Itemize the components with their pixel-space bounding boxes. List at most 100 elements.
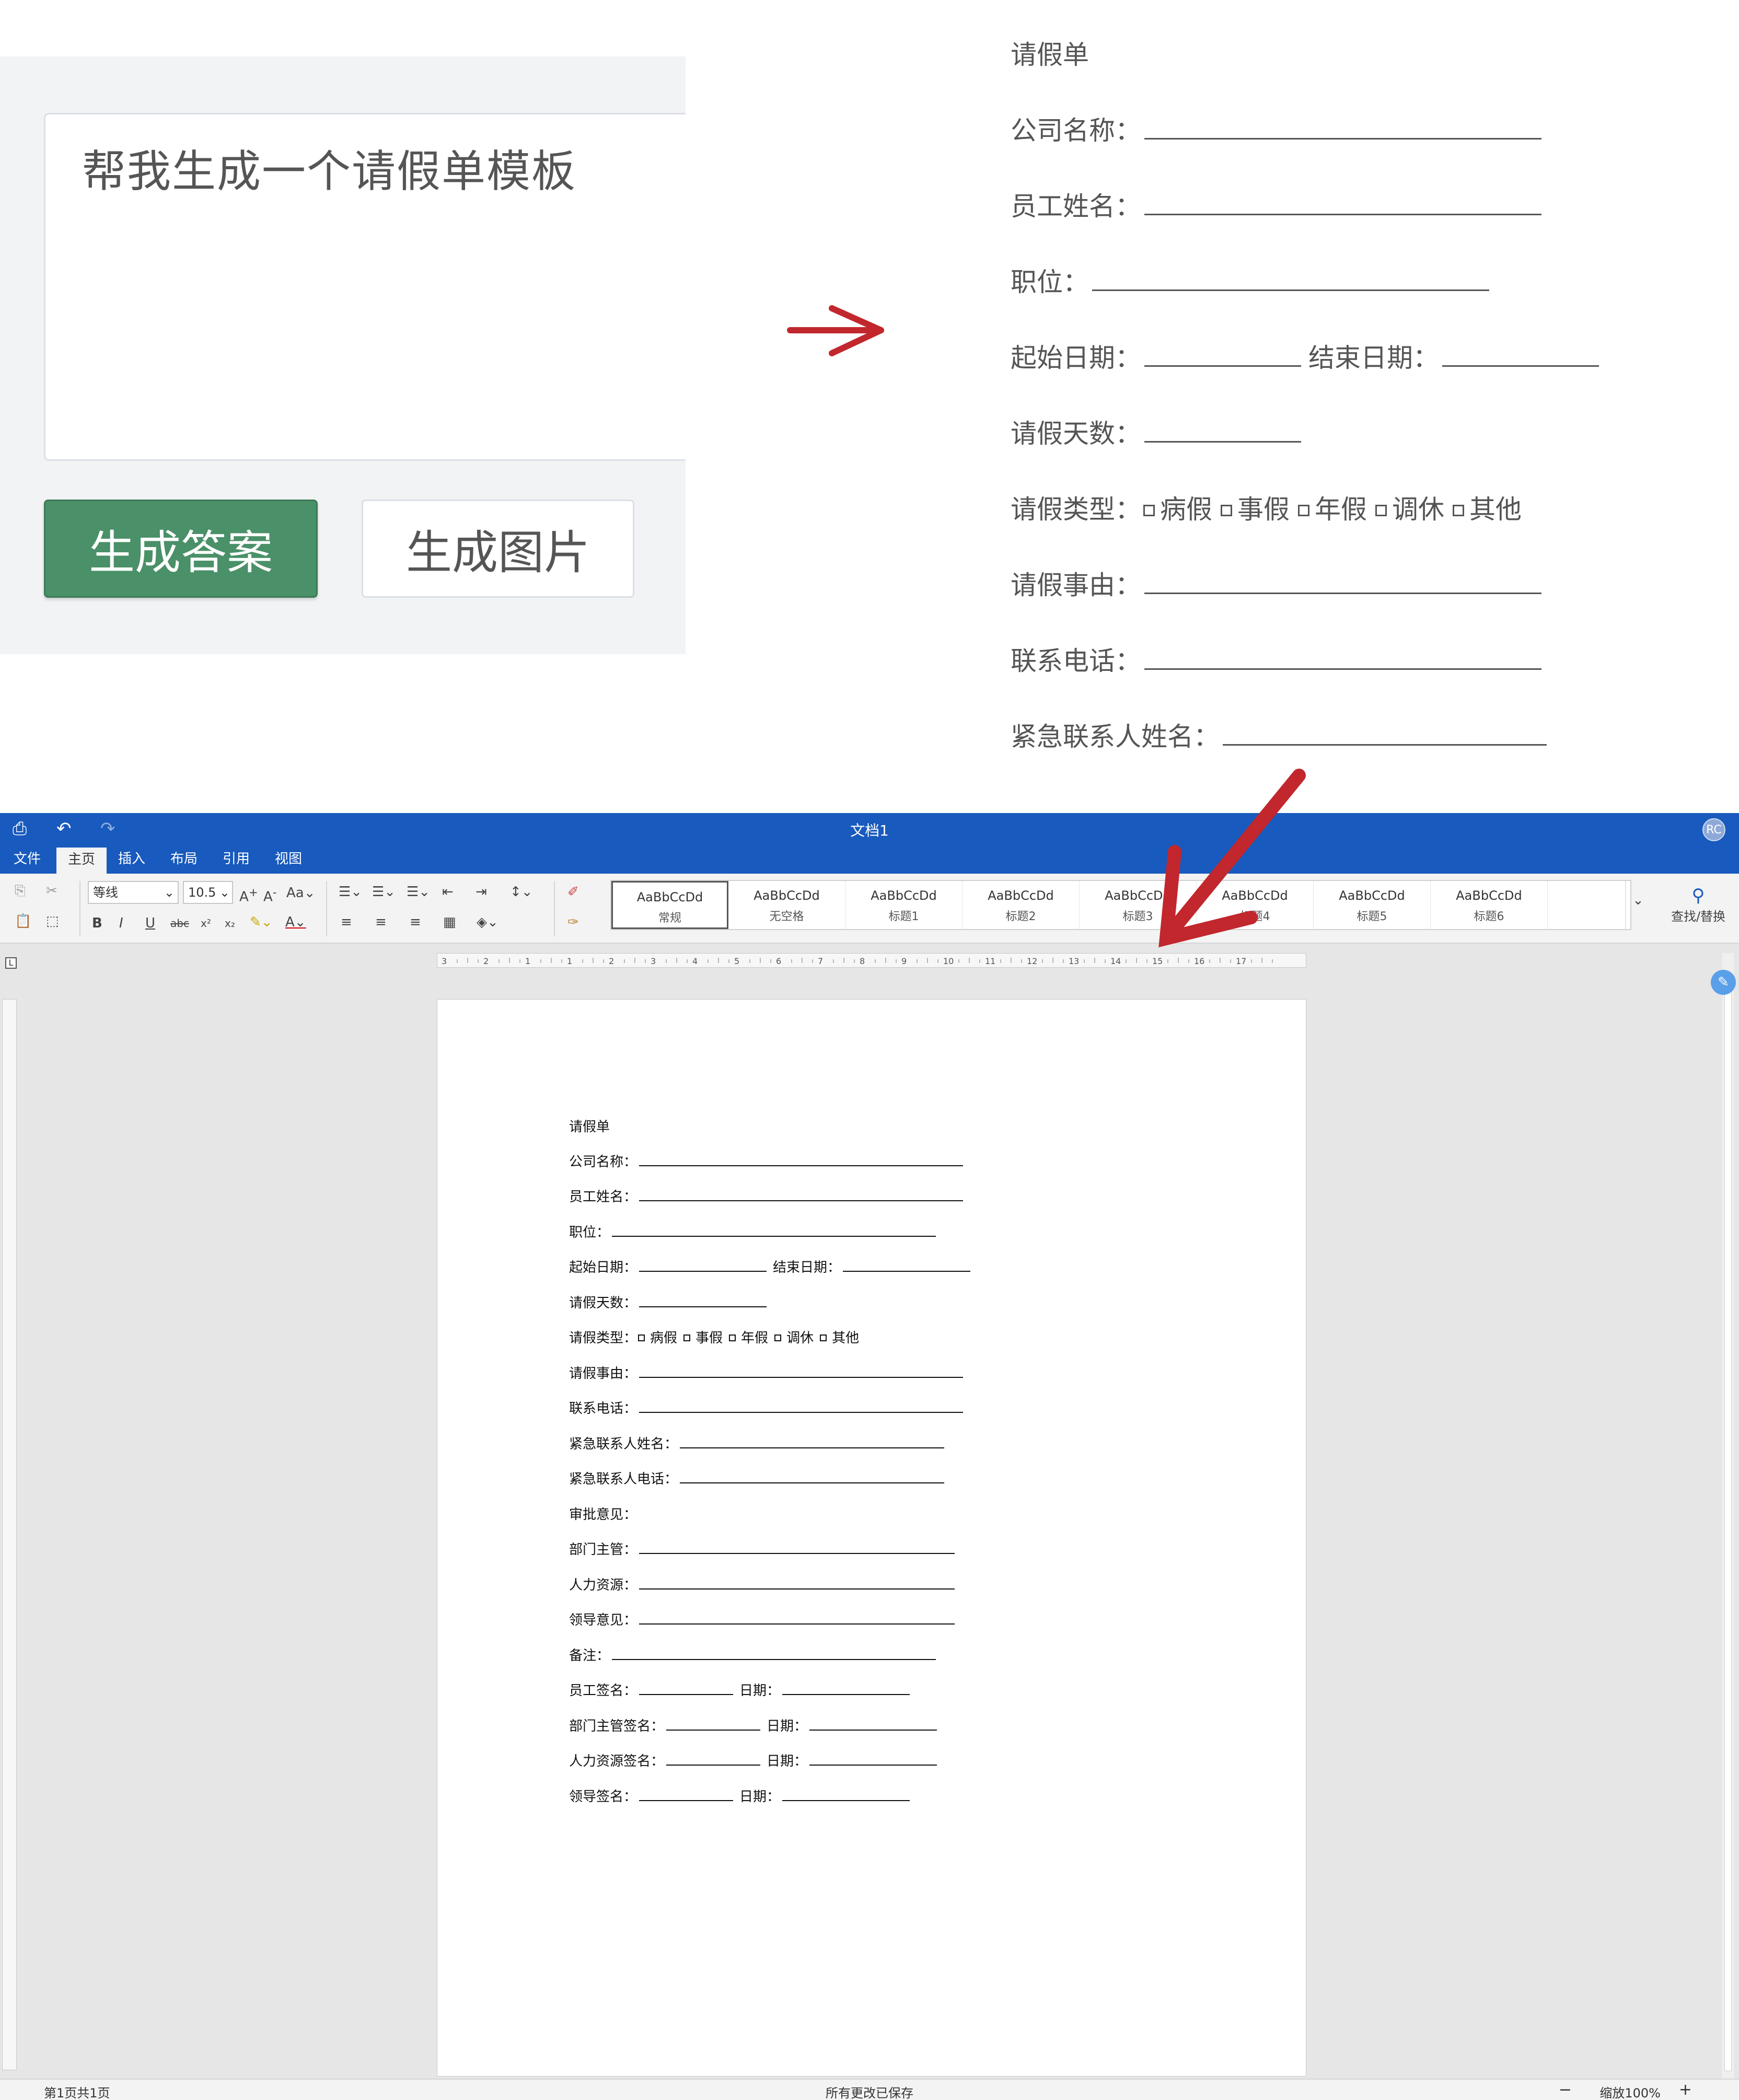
font-color-icon[interactable]: A⌄ xyxy=(285,914,306,930)
font-name-select[interactable]: 等线 ⌄ xyxy=(88,881,179,904)
doc-label: 员工姓名： xyxy=(569,1189,637,1205)
checkbox-icon[interactable] xyxy=(683,1335,691,1341)
align-right-icon[interactable]: ≡ xyxy=(410,914,421,930)
highlight-icon[interactable]: ✎⌄ xyxy=(250,914,273,930)
type-option: 事假 xyxy=(1237,494,1290,525)
styles-gallery: AaBbCcDd 常规 AaBbCcDd 无空格 AaBbCcDd 标题1 AaBbC… xyxy=(610,880,1631,930)
doc-date-line: 起始日期： 结束日期： xyxy=(569,1259,971,1276)
style-heading3[interactable]: AaBbCcDd 标题3 xyxy=(1080,881,1197,929)
style-normal[interactable]: AaBbCcDd 常规 xyxy=(611,881,728,929)
style-sample: AaBbCcDd xyxy=(988,888,1054,903)
prompt-input[interactable]: 帮我生成一个请假单模板 xyxy=(44,113,686,461)
zoom-in-icon[interactable]: + xyxy=(1679,2081,1692,2099)
doc-label: 职位： xyxy=(569,1225,610,1240)
checkbox-icon[interactable] xyxy=(638,1335,645,1341)
cut-icon[interactable]: ✂ xyxy=(46,883,57,899)
doc-label: 日期： xyxy=(739,1789,781,1805)
style-name: 标题5 xyxy=(1357,910,1387,923)
doc-label: 部门主管： xyxy=(569,1542,637,1558)
type-option: 病假 xyxy=(650,1330,678,1346)
brush-icon[interactable]: ✑ xyxy=(567,914,579,930)
ribbon-toolbar: ⎘ ✂ 📋 ⬚ 等线 ⌄ 10.5 ⌄ A+ A- Aa⌄ B I U abc x²… xyxy=(0,874,1739,944)
preview-emergency-label: 紧急联系人姓名： xyxy=(1011,722,1220,752)
vertical-scrollbar[interactable] xyxy=(1722,953,1734,2087)
tab-references[interactable]: 引用 xyxy=(211,844,261,874)
numbering-icon[interactable]: ☰⌄ xyxy=(372,884,396,900)
style-heading6[interactable]: AaBbCcDd 标题6 xyxy=(1431,881,1548,929)
style-heading2[interactable]: AaBbCcDd 标题2 xyxy=(963,881,1080,929)
font-size-select[interactable]: 10.5 ⌄ xyxy=(183,881,233,904)
find-replace-button[interactable]: ⚲ 查找/替换 xyxy=(1667,885,1730,924)
justify-icon[interactable]: ▦ xyxy=(443,914,456,930)
style-no-spacing[interactable]: AaBbCcDd 无空格 xyxy=(728,881,845,929)
tab-file[interactable]: 文件 xyxy=(2,844,52,874)
underline-icon[interactable]: U xyxy=(145,915,155,931)
subscript-icon[interactable]: x₂ xyxy=(225,915,235,931)
vertical-ruler[interactable] xyxy=(2,999,17,2070)
multilevel-list-icon[interactable]: ☰⌄ xyxy=(407,884,430,900)
checkbox-icon[interactable] xyxy=(729,1335,736,1341)
scroll-thumb[interactable] xyxy=(1724,974,1732,2071)
blank-line xyxy=(843,1259,971,1272)
ribbon-tabs: 文件 主页 插入 布局 引用 视图 xyxy=(0,844,1739,874)
checkbox-icon[interactable] xyxy=(774,1335,782,1341)
doc-label: 公司名称： xyxy=(569,1154,637,1170)
shading-icon[interactable]: ◈⌄ xyxy=(477,914,498,930)
italic-icon[interactable]: I xyxy=(119,915,123,931)
style-name: 标题1 xyxy=(888,910,919,923)
preview-employee-label: 员工姓名： xyxy=(1011,191,1141,222)
tab-view[interactable]: 视图 xyxy=(263,844,314,874)
grow-font-icon[interactable]: A+ xyxy=(239,885,258,905)
search-icon: ⚲ xyxy=(1691,885,1705,906)
doc-reason-line: 请假事由： xyxy=(569,1365,964,1382)
zoom-out-icon[interactable]: − xyxy=(1559,2081,1572,2099)
doc-position-line: 职位： xyxy=(569,1224,936,1241)
decrease-indent-icon[interactable]: ⇤ xyxy=(442,884,454,900)
line-spacing-icon[interactable]: ↕⌄ xyxy=(510,884,533,900)
document-page[interactable]: 请假单 公司名称： 员工姓名： 职位： 起始日期： 结束日期： 请假天数： 请假类… xyxy=(437,999,1306,2076)
superscript-icon[interactable]: x² xyxy=(201,915,211,931)
tab-home[interactable]: 主页 xyxy=(56,848,107,874)
style-sample: AaBbCcDd xyxy=(1105,888,1171,903)
ruler-number: 1 xyxy=(567,956,572,966)
generate-image-button[interactable]: 生成图片 xyxy=(362,500,634,598)
ruler-number: 13 xyxy=(1069,956,1079,966)
shrink-font-icon[interactable]: A- xyxy=(263,885,277,905)
tab-stop-selector[interactable]: L xyxy=(5,957,17,969)
style-heading4[interactable]: AaBbCcDd 标题4 xyxy=(1197,881,1314,929)
format-painter-icon[interactable]: ⬚ xyxy=(46,913,59,929)
tab-layout[interactable]: 布局 xyxy=(159,844,209,874)
type-option: 事假 xyxy=(695,1330,723,1346)
ruler-number: 6 xyxy=(776,956,781,966)
blank-line xyxy=(1144,194,1541,215)
clear-format-icon[interactable]: ✐ xyxy=(567,884,579,900)
align-left-icon[interactable]: ≡ xyxy=(341,914,352,930)
increase-indent-icon[interactable]: ⇥ xyxy=(476,884,487,900)
style-name: 常规 xyxy=(658,912,681,925)
generate-answer-button[interactable]: 生成答案 xyxy=(44,500,318,598)
avatar[interactable]: RC xyxy=(1702,818,1725,841)
doc-phone-line: 联系电话： xyxy=(569,1400,964,1417)
copy-icon[interactable]: ⎘ xyxy=(15,883,26,899)
tab-insert[interactable]: 插入 xyxy=(107,844,157,874)
style-sample: AaBbCcDd xyxy=(871,888,937,903)
doc-label: 部门主管签名： xyxy=(569,1719,665,1734)
doc-label: 日期： xyxy=(767,1719,808,1734)
align-center-icon[interactable]: ≡ xyxy=(375,914,387,930)
strikethrough-icon[interactable]: abc xyxy=(170,915,189,931)
ruler-number: 15 xyxy=(1152,956,1163,966)
style-sample: AaBbCcDd xyxy=(1339,888,1405,903)
change-case-icon[interactable]: Aa⌄ xyxy=(286,885,316,901)
paste-icon[interactable]: 📋 xyxy=(15,913,31,929)
doc-label: 联系电话： xyxy=(569,1401,637,1417)
horizontal-ruler[interactable]: 3 2 1 1 2 3 4 5 6 7 8 9 10 11 12 13 14 15 16 17 xyxy=(437,953,1306,968)
edit-pen-icon[interactable]: ✎ xyxy=(1711,970,1736,995)
styles-expand-chevron-icon[interactable]: ⌄ xyxy=(1632,892,1644,908)
bold-icon[interactable]: B xyxy=(92,915,102,931)
checkbox-icon[interactable] xyxy=(820,1335,827,1341)
bullets-icon[interactable]: ☰⌄ xyxy=(339,884,362,900)
style-heading1[interactable]: AaBbCcDd 标题1 xyxy=(845,881,963,929)
style-heading5[interactable]: AaBbCcDd 标题5 xyxy=(1314,881,1431,929)
blank-line xyxy=(809,1753,937,1766)
blank-line xyxy=(666,1753,761,1766)
